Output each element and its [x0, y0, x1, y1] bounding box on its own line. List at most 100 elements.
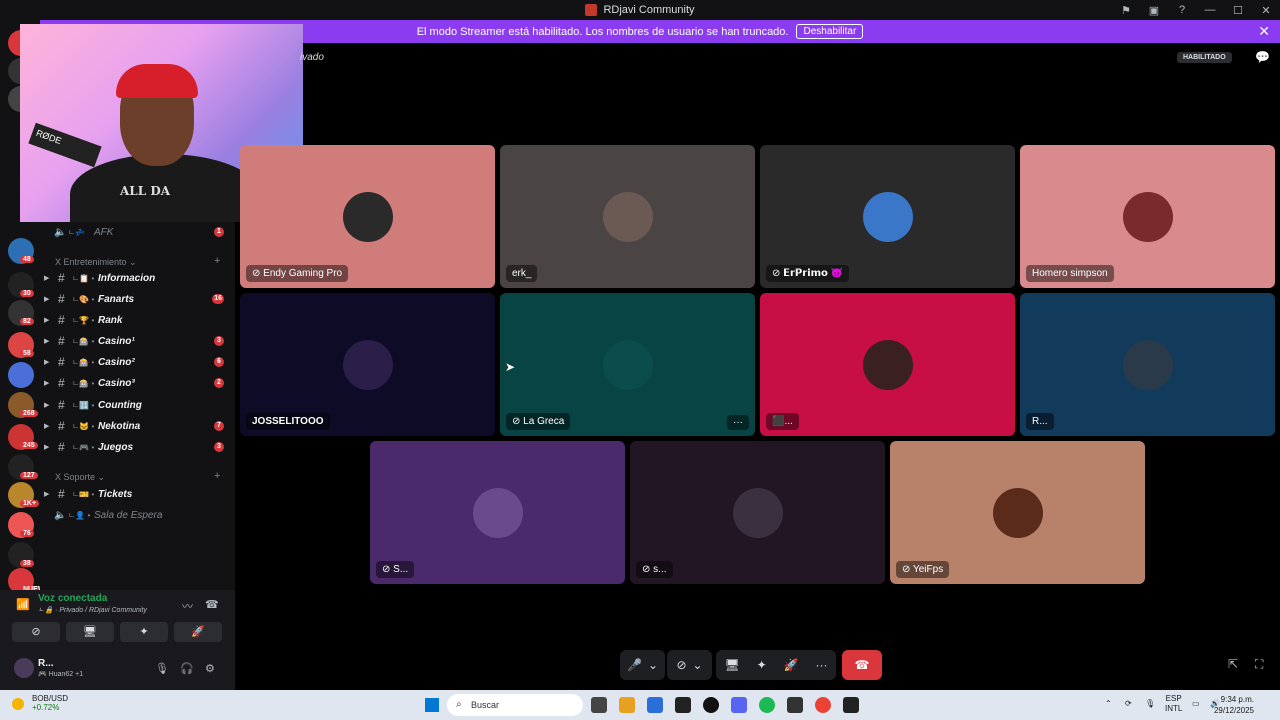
- discord-icon[interactable]: [731, 697, 747, 713]
- disable-streamer-button[interactable]: Deshabilitar: [796, 24, 864, 39]
- participant-tile[interactable]: ⊘ S...: [370, 441, 625, 584]
- more-options-icon[interactable]: ···: [816, 658, 828, 672]
- camera-control[interactable]: ⊘ ⌄: [667, 650, 712, 680]
- expand-arrow-icon[interactable]: ▶: [44, 490, 54, 498]
- maximize-icon[interactable]: ☐: [1224, 4, 1252, 17]
- participant-tile[interactable]: ⊘ Endy Gaming Pro: [240, 145, 495, 288]
- participant-tile[interactable]: ⊘ s...: [630, 441, 885, 584]
- chat-bubble-icon[interactable]: 💬: [1255, 50, 1270, 64]
- banner-close-icon[interactable]: ✕: [1258, 23, 1270, 40]
- channel-item[interactable]: 🔈 ㄴ👤 • Sala de Espera: [44, 506, 232, 524]
- muted-icon: ⊘: [902, 564, 913, 575]
- server-badge: 268: [20, 410, 38, 417]
- participant-tile[interactable]: ⊘ YeiFps: [890, 441, 1145, 584]
- participant-tile[interactable]: Homero simpson: [1020, 145, 1275, 288]
- expand-arrow-icon[interactable]: ▶: [44, 337, 54, 345]
- user-name: R...: [38, 658, 54, 669]
- expand-arrow-icon[interactable]: ▶: [44, 358, 54, 366]
- epic-games-icon[interactable]: [843, 697, 859, 713]
- channel-item[interactable]: ▶ # ㄴ🔢 • Counting: [44, 396, 232, 414]
- mic-icon[interactable]: 🎙: [155, 662, 169, 675]
- channel-item[interactable]: ▶ # ㄴ📋 • Informacion: [44, 269, 232, 287]
- app-icon-red[interactable]: [787, 697, 803, 713]
- store-icon[interactable]: [647, 697, 663, 713]
- minimize-icon[interactable]: —: [1196, 4, 1224, 16]
- copilot-icon[interactable]: [619, 697, 635, 713]
- channel-category[interactable]: X Soporte ⌄: [55, 472, 105, 483]
- channel-name: Counting: [98, 399, 142, 411]
- avatar: [993, 488, 1043, 538]
- channel-category[interactable]: X Entretenimiento ⌄: [55, 257, 137, 268]
- noise-suppression-icon[interactable]: 〰: [182, 598, 193, 614]
- inbox-icon[interactable]: ⚑: [1112, 4, 1140, 17]
- close-window-icon[interactable]: ✕: [1252, 4, 1280, 17]
- weather-icon[interactable]: [12, 698, 24, 710]
- expand-arrow-icon[interactable]: ▶: [44, 379, 54, 387]
- channel-emoji: ㄴ🎨 •: [72, 294, 95, 304]
- camera-toggle-button[interactable]: ⊘: [12, 622, 60, 642]
- screen-share-icon[interactable]: 🖥: [724, 658, 739, 672]
- screen-share-button[interactable]: 🖥: [66, 622, 114, 642]
- add-channel-icon[interactable]: +: [214, 255, 220, 267]
- display-icon[interactable]: ▭: [1192, 699, 1200, 709]
- avatar[interactable]: [14, 658, 34, 678]
- participant-tile[interactable]: ⬛...: [760, 293, 1015, 436]
- disconnect-icon[interactable]: ☎: [205, 598, 219, 611]
- participant-tile[interactable]: R...: [1020, 293, 1275, 436]
- soundboard-button[interactable]: 🚀: [174, 622, 222, 642]
- channel-item[interactable]: ▶ # ㄴ🎫 • Tickets: [44, 485, 232, 503]
- hang-up-button[interactable]: ☎: [842, 650, 882, 680]
- tray-refresh-icon[interactable]: ⟳: [1125, 699, 1132, 709]
- headphones-icon[interactable]: 🎧: [180, 662, 194, 675]
- tray-mic-icon[interactable]: 🎙: [1145, 699, 1155, 709]
- expand-arrow-icon[interactable]: ▶: [44, 401, 54, 409]
- channel-item[interactable]: ▶ # ㄴ🎰 • Casino¹ 3: [44, 332, 232, 350]
- participant-tile[interactable]: ⊘ 𝗘𝗿𝗣𝗿𝗶𝗺𝗼 😈: [760, 145, 1015, 288]
- pop-out-icon[interactable]: ⇱: [1228, 657, 1238, 671]
- camera-off-icon[interactable]: ⊘: [676, 658, 686, 672]
- taskbar-search[interactable]: ⌕ Buscar: [447, 694, 583, 716]
- channel-item[interactable]: ▶ # ㄴ🎰 • Casino² 6: [44, 353, 232, 371]
- chrome-icon[interactable]: [815, 697, 831, 713]
- camera-options-icon[interactable]: ⌄: [693, 658, 703, 672]
- expand-arrow-icon[interactable]: ▶: [44, 422, 54, 430]
- expand-arrow-icon[interactable]: ▶: [44, 443, 54, 451]
- channel-emoji: ㄴ🔢 •: [72, 400, 95, 410]
- activities-icon[interactable]: ✦: [757, 658, 767, 672]
- mic-icon[interactable]: 🎤: [627, 658, 642, 672]
- screen-icon[interactable]: ▣: [1140, 4, 1168, 17]
- channel-item[interactable]: 🔈 ㄴ💤 AFK 1: [44, 223, 232, 241]
- help-icon[interactable]: ?: [1168, 4, 1196, 16]
- add-channel-icon[interactable]: +: [214, 470, 220, 482]
- settings-gear-icon[interactable]: ⚙: [205, 662, 215, 675]
- obs-icon[interactable]: [703, 697, 719, 713]
- soundboard-icon[interactable]: 🚀: [784, 658, 799, 672]
- channel-item[interactable]: ▶ # ㄴ🎮 • Juegos 3: [44, 438, 232, 456]
- participant-tile[interactable]: ⊘ La Greca ···: [500, 293, 755, 436]
- channel-item[interactable]: ▶ # ㄴ🏆 • Rank: [44, 311, 232, 329]
- language-top: ESP: [1165, 694, 1182, 703]
- clock[interactable]: 9:34 p.m. 29/12/2025: [1214, 694, 1254, 716]
- channel-item[interactable]: ▶ # ㄴ🐱 • Nekotina 7: [44, 417, 232, 435]
- task-view-icon[interactable]: [591, 697, 607, 713]
- participant-tile[interactable]: erk_: [500, 145, 755, 288]
- language-indicator[interactable]: ESP INTL: [1165, 694, 1182, 714]
- start-icon[interactable]: [425, 698, 439, 712]
- expand-arrow-icon[interactable]: ▶: [44, 316, 54, 324]
- fullscreen-icon[interactable]: ⛶: [1255, 657, 1263, 672]
- voice-channel-path[interactable]: ㄴ🔒 · Privado / RDjavi Community: [38, 605, 147, 615]
- tray-chevron-icon[interactable]: ⌃: [1105, 699, 1112, 709]
- participant-tile[interactable]: JOSSELITOOO: [240, 293, 495, 436]
- stock-widget[interactable]: BOB/USD +0.72%: [32, 694, 68, 712]
- terminal-icon[interactable]: [675, 697, 691, 713]
- channel-item[interactable]: ▶ # ㄴ🎰 • Casino³ 2: [44, 374, 232, 392]
- expand-arrow-icon[interactable]: ▶: [44, 274, 54, 282]
- spotify-icon[interactable]: [759, 697, 775, 713]
- mic-control[interactable]: 🎤 ⌄: [620, 650, 665, 680]
- expand-arrow-icon[interactable]: ▶: [44, 295, 54, 303]
- mic-options-icon[interactable]: ⌄: [648, 658, 658, 672]
- server-icon[interactable]: [8, 362, 34, 388]
- tile-more-options[interactable]: ···: [727, 415, 749, 430]
- channel-item[interactable]: ▶ # ㄴ🎨 • Fanarts 16: [44, 290, 232, 308]
- activities-button[interactable]: ✦: [120, 622, 168, 642]
